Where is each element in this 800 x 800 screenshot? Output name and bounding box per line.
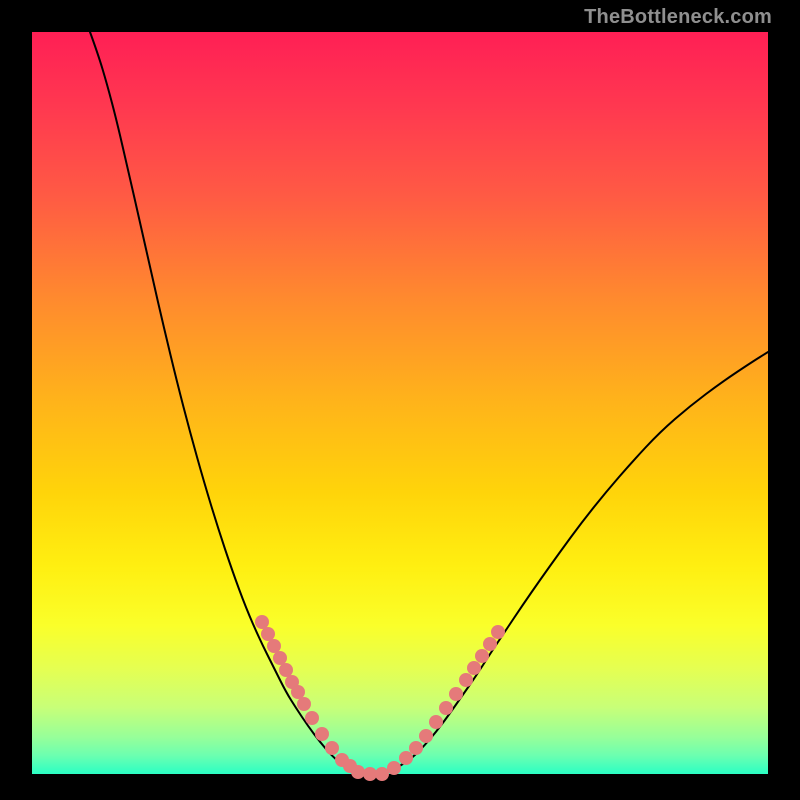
highlight-dot [291,685,305,699]
watermark-text: TheBottleneck.com [584,6,772,29]
highlight-dot [399,751,413,765]
highlight-dot [305,711,319,725]
highlight-dot [409,741,423,755]
bottleneck-curve [90,32,768,774]
highlight-dot [475,649,489,663]
highlight-dot [255,615,269,629]
highlight-dot [351,765,365,779]
highlight-dot [491,625,505,639]
highlight-dot [419,729,433,743]
highlight-dot [325,741,339,755]
highlight-dot [429,715,443,729]
chart-stage: TheBottleneck.com [0,0,800,800]
chart-svg [32,32,768,774]
highlight-dot [467,661,481,675]
highlight-dot [483,637,497,651]
highlight-dot [387,761,401,775]
highlight-dot [449,687,463,701]
highlighted-dots-group [255,615,505,781]
highlight-dot [297,697,311,711]
highlight-dot [459,673,473,687]
highlight-dot [273,651,287,665]
highlight-dot [279,663,293,677]
highlight-dot [315,727,329,741]
highlight-dot [439,701,453,715]
highlight-dot [363,767,377,781]
highlight-dot [375,767,389,781]
highlight-dot [267,639,281,653]
highlight-dot [261,627,275,641]
